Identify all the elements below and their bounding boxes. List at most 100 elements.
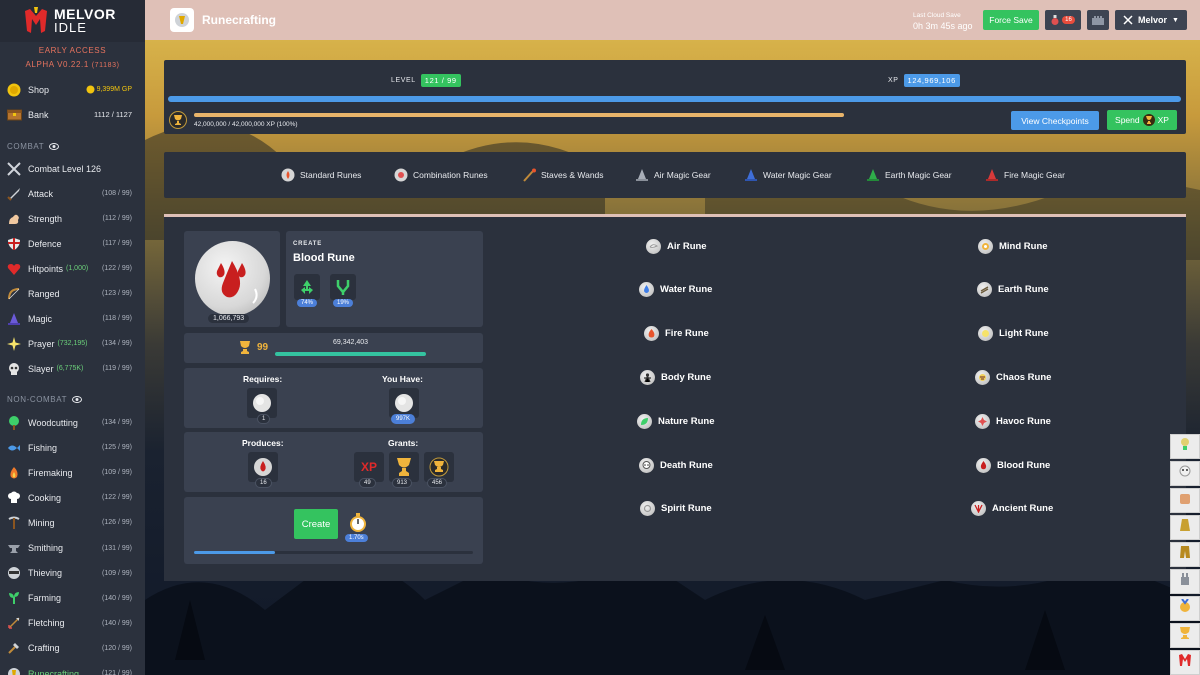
rune-option-havoc-rune[interactable]: Havoc Rune [975, 413, 1051, 429]
sidebar-item-mining[interactable]: Mining (126 / 99) [0, 510, 145, 535]
melvor-logo-icon [1178, 653, 1192, 672]
bank-count: 1112 / 1127 [94, 110, 132, 119]
sidebar-item-firemaking[interactable]: Firemaking (109 / 99) [0, 460, 145, 485]
tab-combination-runes[interactable]: Combination Runes [393, 167, 488, 183]
rune-option-light-rune[interactable]: Light Rune [978, 326, 1049, 342]
sidebar-item-strength[interactable]: Strength (112 / 99) [0, 206, 145, 231]
eye-icon[interactable] [72, 396, 83, 403]
rune-option-fire-rune[interactable]: Fire Rune [644, 326, 709, 342]
gp-coins-icon [86, 85, 95, 94]
sidebar-item-ranged[interactable]: Ranged (123 / 99) [0, 281, 145, 306]
notifications-button[interactable]: 16 [1045, 10, 1081, 30]
sidebar-item-label: Fletching [28, 618, 65, 629]
sidebar-item-attack[interactable]: Attack (108 / 99) [0, 181, 145, 206]
sidebar-item-fletching[interactable]: Fletching (140 / 99) [0, 611, 145, 636]
sidebar-item-combat-level[interactable]: Combat Level 126 [0, 156, 145, 181]
rune-option-water-rune[interactable]: Water Rune [639, 282, 712, 298]
skill-level: (131 / 99) [102, 544, 132, 552]
ancient-rune-icon [971, 501, 986, 517]
action-progress-fill [194, 551, 275, 554]
trophy-icon [1178, 626, 1192, 645]
sidebar-item-woodcutting[interactable]: Woodcutting (134 / 99) [0, 410, 145, 435]
rune-name: Spirit Rune [661, 503, 712, 515]
quickbar-button-4[interactable] [1170, 515, 1200, 540]
create-button[interactable]: Create [294, 509, 338, 539]
tab-fire-magic-gear[interactable]: Fire Magic Gear [984, 167, 1065, 183]
tab-water-magic-gear[interactable]: Water Magic Gear [743, 167, 832, 183]
tab-standard-runes[interactable]: Standard Runes [280, 167, 361, 183]
force-save-button[interactable]: Force Save [983, 10, 1039, 30]
quickbar-button-7[interactable] [1170, 596, 1200, 621]
castle-icon[interactable] [1087, 10, 1109, 30]
grants-xp: 49 [359, 478, 376, 488]
slayer-skull-icon [6, 361, 22, 377]
cloud-save-status: Last Cloud Save 0h 3m 45s ago [913, 11, 973, 31]
view-checkpoints-button[interactable]: View Checkpoints [1011, 111, 1099, 130]
logo-subtitle: IDLE [54, 20, 87, 35]
sidebar-item-magic[interactable]: Magic (118 / 99) [0, 306, 145, 331]
rune-name: Blood Rune [997, 459, 1051, 471]
quickbar-button-6[interactable] [1170, 569, 1200, 594]
mastery-level: 99 [257, 342, 269, 353]
sidebar-item-hitpoints[interactable]: Hitpoints (1,000) (122 / 99) [0, 256, 145, 281]
eye-icon[interactable] [49, 143, 60, 150]
sidebar-item-thieving[interactable]: Thieving (109 / 99) [0, 561, 145, 586]
sidebar-item-slayer[interactable]: Slayer (6,775K) (119 / 99) [0, 356, 145, 381]
quickbar-button-2[interactable] [1170, 461, 1200, 486]
skill-level: (109 / 99) [102, 569, 132, 577]
sidebar-item-farming[interactable]: Farming (140 / 99) [0, 586, 145, 611]
skill-level: (121 / 99) [102, 670, 132, 675]
thief-mask-icon [6, 565, 22, 581]
sidebar-item-shop[interactable]: Shop 9,399M GP [0, 77, 145, 102]
tab-staves-wands[interactable]: Staves & Wands [521, 167, 604, 183]
quickbar-button-8[interactable] [1170, 623, 1200, 648]
rune-option-body-rune[interactable]: Body Rune [640, 369, 711, 385]
sidebar-item-label: Ranged [28, 288, 60, 299]
rune-option-ancient-rune[interactable]: Ancient Rune [971, 501, 1053, 517]
tab-earth-magic-gear[interactable]: Earth Magic Gear [865, 167, 952, 183]
rune-option-earth-rune[interactable]: Earth Rune [977, 282, 1049, 298]
sidebar-item-crafting[interactable]: Crafting (120 / 99) [0, 636, 145, 661]
sidebar-item-fishing[interactable]: Fishing (125 / 99) [0, 435, 145, 460]
chevron-down-icon: ▼ [1172, 16, 1179, 24]
spirit-rune-icon [640, 501, 655, 517]
skill-xp-panel: LEVEL 121 / 99 XP 124,969,106 42,000,000… [164, 60, 1186, 134]
rune-option-nature-rune[interactable]: Nature Rune [637, 413, 714, 429]
robe-bottom-icon [1178, 545, 1192, 564]
mastery-trophy-icon [240, 341, 250, 354]
sidebar-item-cooking[interactable]: Cooking (122 / 99) [0, 485, 145, 510]
quickbar-button-5[interactable] [1170, 542, 1200, 567]
logo[interactable]: MELVOR IDLE [0, 0, 145, 42]
tab-air-magic-gear[interactable]: Air Magic Gear [634, 167, 711, 183]
rune-option-spirit-rune[interactable]: Spirit Rune [640, 501, 712, 517]
rune-name: Nature Rune [658, 415, 715, 427]
spend-mastery-xp-button[interactable]: Spend XP [1107, 110, 1177, 130]
sidebar-item-label: Farming [28, 593, 62, 604]
mastery-pool-icon[interactable] [169, 111, 187, 129]
rune-option-death-rune[interactable]: Death Rune [639, 457, 713, 473]
sidebar-item-bank[interactable]: Bank 1112 / 1127 [0, 102, 145, 127]
sidebar-item-smithing[interactable]: Smithing (131 / 99) [0, 536, 145, 561]
cloud-save-label: Last Cloud Save [913, 12, 961, 19]
sidebar-item-label: Crafting [28, 643, 60, 654]
quickbar-button-3[interactable] [1170, 488, 1200, 513]
mastery-level-box: 99 69,342,403 [184, 333, 483, 363]
quickbar-button-1[interactable] [1170, 434, 1200, 459]
character-select-button[interactable]: Melvor ▼ [1115, 10, 1187, 30]
skill-level: (122 / 99) [102, 265, 132, 272]
sidebar-item-label: Slayer [28, 363, 54, 374]
rune-option-air-rune[interactable]: Air Rune [646, 238, 707, 254]
preservation-percent: 74% [297, 299, 318, 307]
xp-badge: 124,969,106 [903, 74, 960, 87]
rune-option-blood-rune[interactable]: Blood Rune [976, 457, 1050, 473]
rune-option-mind-rune[interactable]: Mind Rune [978, 238, 1048, 254]
sidebar-item-prayer[interactable]: Prayer (732,195) (134 / 99) [0, 331, 145, 356]
sidebar-item-defence[interactable]: Defence (117 / 99) [0, 231, 145, 256]
rune-option-chaos-rune[interactable]: Chaos Rune [975, 369, 1051, 385]
sidebar-item-runecrafting[interactable]: Runecrafting (121 / 99) [0, 661, 145, 675]
quickbar-button-9[interactable] [1170, 650, 1200, 675]
air-wizard-hat-icon [634, 168, 649, 183]
xp-progress-bar [168, 96, 1181, 102]
skill-level: (126 / 99) [102, 519, 132, 527]
grants-mastery-xp: 913 [392, 478, 413, 488]
